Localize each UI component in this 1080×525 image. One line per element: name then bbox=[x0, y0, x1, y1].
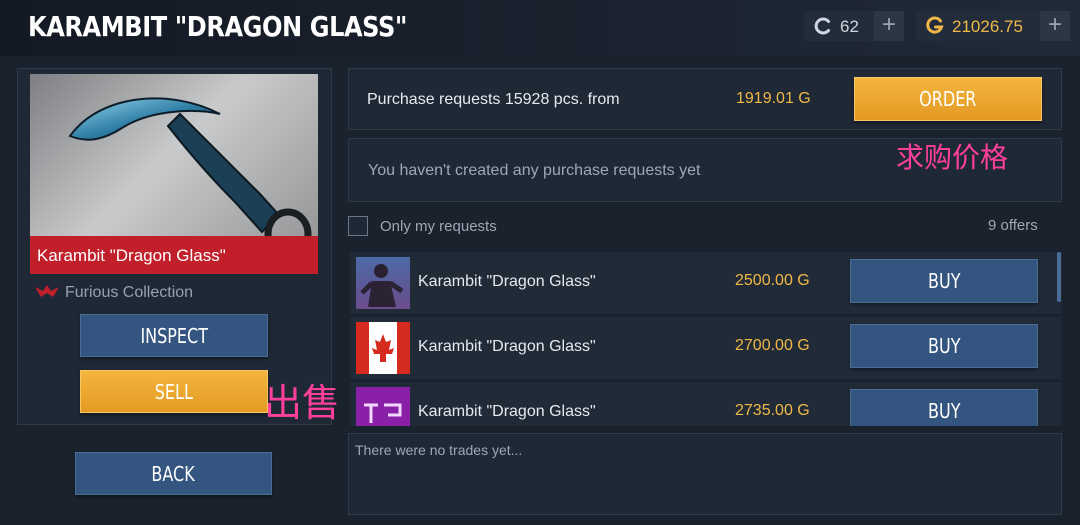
offer-item-name: Karambit "Dragon Glass" bbox=[418, 338, 596, 355]
item-name: Karambit "Dragon Glass" bbox=[37, 246, 226, 265]
credits-icon bbox=[814, 17, 830, 35]
gold-display: 21026.75 + bbox=[916, 11, 1070, 41]
trades-panel: There were no trades yet... bbox=[348, 433, 1062, 515]
buy-button[interactable]: BUY bbox=[850, 259, 1038, 303]
purple-logo-avatar bbox=[356, 387, 410, 426]
back-button[interactable]: BACK bbox=[75, 452, 272, 495]
collection-name: Furious Collection bbox=[65, 284, 194, 301]
credits-display: 62 + bbox=[804, 11, 904, 41]
gold-value: 21026.75 bbox=[952, 17, 1023, 36]
order-button[interactable]: ORDER bbox=[854, 77, 1042, 121]
buy-button-label: BUY bbox=[927, 334, 961, 358]
offer-item-name: Karambit "Dragon Glass" bbox=[418, 273, 596, 290]
credits-value: 62 bbox=[840, 17, 859, 36]
purchase-min-price: 1919.01 G bbox=[736, 90, 811, 107]
furious-collection-icon bbox=[35, 285, 59, 297]
buy-button-label: BUY bbox=[927, 399, 961, 423]
offer-price: 2500.00 G bbox=[735, 272, 810, 289]
no-requests-message: You haven't created any purchase request… bbox=[368, 162, 701, 179]
no-trades-message: There were no trades yet... bbox=[355, 442, 523, 458]
sell-button[interactable]: SELL bbox=[80, 370, 268, 413]
top-bar: KARAMBIT "DRAGON GLASS" 62 + 21026.75 + bbox=[0, 0, 1080, 56]
purple-logo-icon bbox=[364, 403, 402, 423]
sell-annotation: 出售 bbox=[264, 381, 341, 425]
purchase-summary-panel: Purchase requests 15928 pcs. from 1919.0… bbox=[348, 68, 1062, 130]
add-gold-button[interactable]: + bbox=[1040, 11, 1070, 41]
offer-row: Karambit "Dragon Glass" 2500.00 G BUY bbox=[350, 252, 1062, 314]
only-my-requests-checkbox[interactable] bbox=[348, 216, 368, 236]
offers-count: 9 offers bbox=[988, 217, 1038, 234]
buy-button-label: BUY bbox=[927, 269, 961, 293]
purchase-price-annotation: 求购价格 bbox=[896, 141, 1009, 174]
buy-button[interactable]: BUY bbox=[850, 324, 1038, 368]
item-name-banner: Karambit "Dragon Glass" bbox=[30, 236, 318, 274]
offer-row: Karambit "Dragon Glass" 2735.00 G BUY bbox=[350, 382, 1062, 426]
canada-flag-avatar bbox=[356, 322, 410, 374]
order-button-label: ORDER bbox=[919, 87, 977, 111]
offer-price: 2735.00 G bbox=[735, 402, 810, 419]
offer-price: 2700.00 G bbox=[735, 337, 810, 354]
page-title: KARAMBIT "DRAGON GLASS" bbox=[28, 10, 408, 43]
buy-button[interactable]: BUY bbox=[850, 389, 1038, 426]
offers-list[interactable]: Karambit "Dragon Glass" 2500.00 G BUY Ka… bbox=[348, 250, 1064, 426]
character-icon bbox=[360, 264, 404, 307]
character-avatar bbox=[356, 257, 410, 309]
inspect-button-label: INSPECT bbox=[140, 324, 208, 348]
inspect-button[interactable]: INSPECT bbox=[80, 314, 268, 357]
sell-button-label: SELL bbox=[154, 380, 194, 404]
back-button-label: BACK bbox=[151, 462, 196, 486]
offer-item-name: Karambit "Dragon Glass" bbox=[418, 403, 596, 420]
canada-flag-icon bbox=[356, 322, 410, 374]
purchase-summary-text: Purchase requests 15928 pcs. from bbox=[367, 91, 620, 108]
gold-icon bbox=[926, 16, 944, 34]
offer-row: Karambit "Dragon Glass" 2700.00 G BUY bbox=[350, 317, 1062, 379]
only-my-requests-label: Only my requests bbox=[380, 218, 497, 235]
offers-scrollbar[interactable] bbox=[1057, 252, 1061, 302]
add-credits-button[interactable]: + bbox=[874, 11, 904, 41]
